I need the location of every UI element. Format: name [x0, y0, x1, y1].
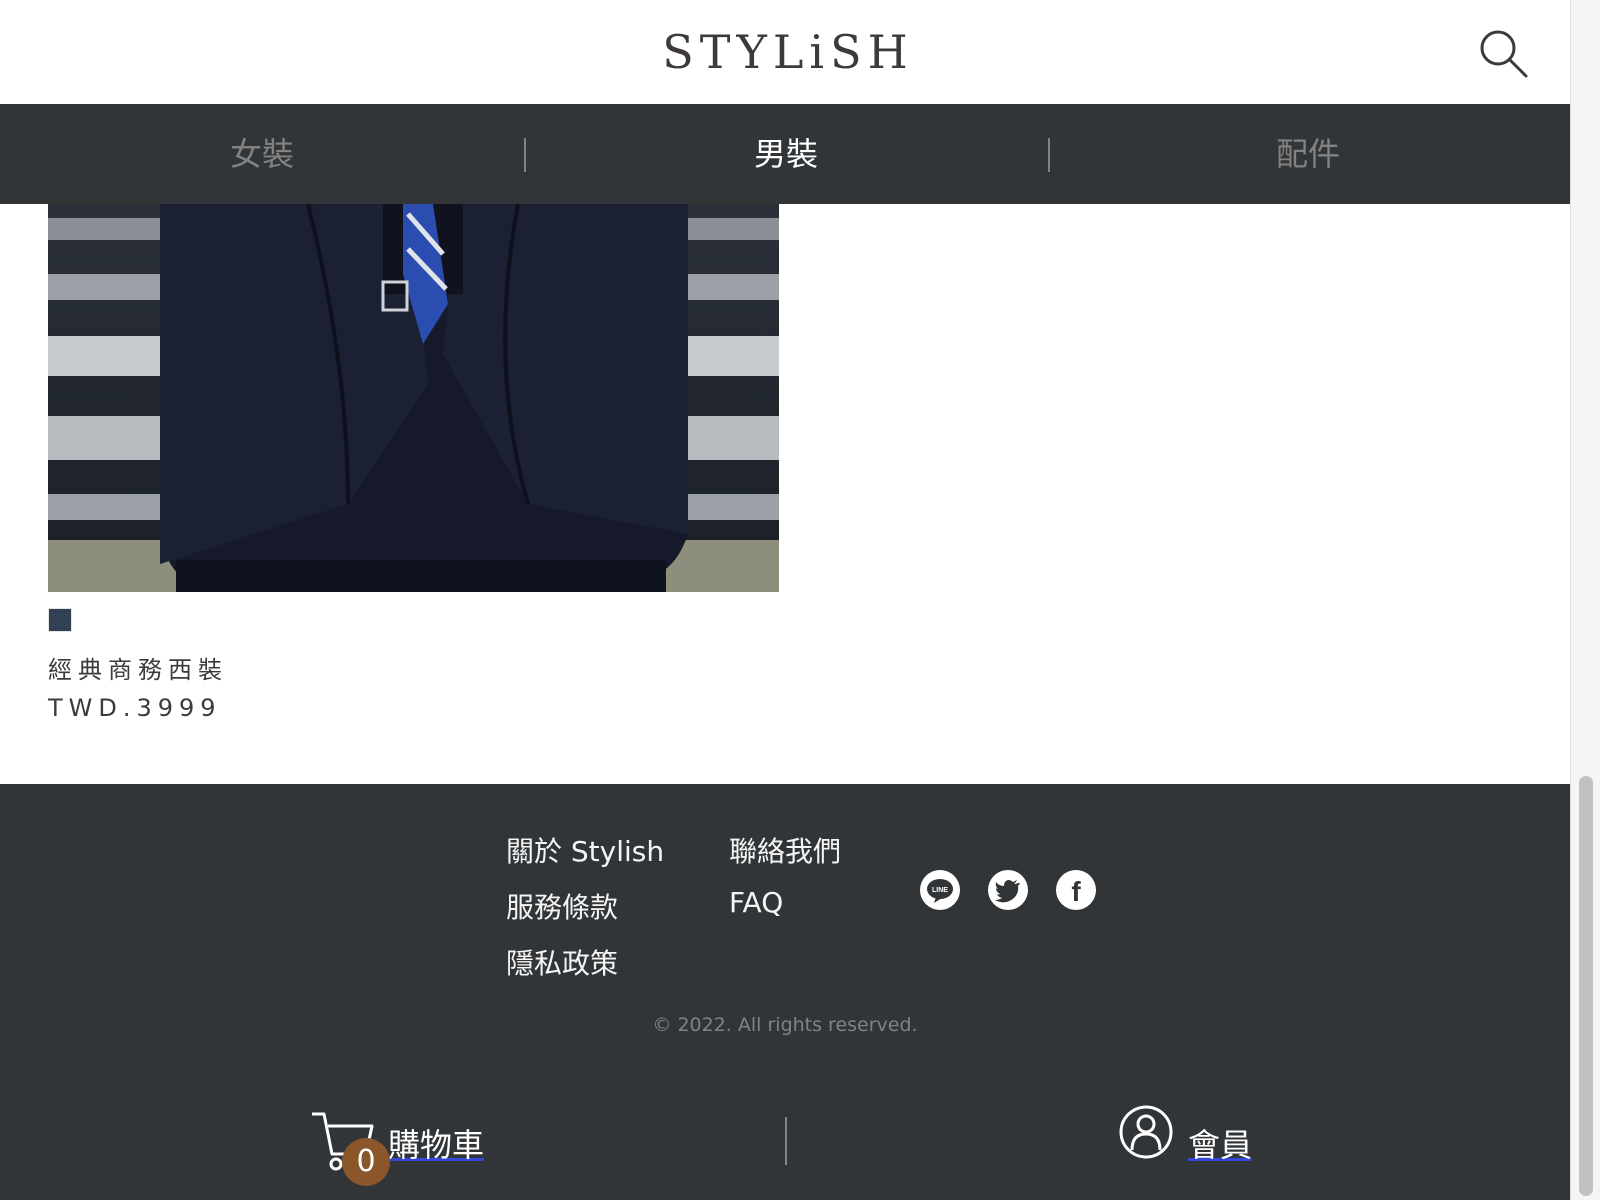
- search-button[interactable]: [1478, 28, 1530, 80]
- search-icon: [1480, 30, 1528, 78]
- footer-link-privacy[interactable]: 隱私政策: [506, 942, 618, 982]
- category-men[interactable]: 男裝: [524, 104, 1048, 204]
- product-image[interactable]: [48, 204, 779, 592]
- facebook-icon: f: [1071, 876, 1081, 907]
- product-card[interactable]: 經典商務西裝 TWD.3999: [48, 204, 779, 722]
- product-name: 經典商務西裝: [48, 656, 228, 684]
- category-nav: 女裝 男裝 配件: [0, 104, 1570, 204]
- site-footer: 關於 Stylish 服務條款 隱私政策 聯絡我們 FAQ LINE f © 2…: [0, 784, 1570, 1200]
- page: STYLiSH 女裝 男裝 配件 經典商務西裝 TWD.3999 關於 Styl…: [0, 0, 1570, 1200]
- color-swatch[interactable]: [48, 608, 72, 632]
- copyright: © 2022. All rights reserved.: [652, 1014, 918, 1036]
- category-accessories[interactable]: 配件: [1046, 104, 1570, 204]
- member-icon: [1119, 1105, 1173, 1159]
- member-label: 會員: [1188, 1126, 1253, 1164]
- line-icon: LINE: [927, 879, 953, 903]
- cart-button[interactable]: 購物車: [308, 1106, 508, 1186]
- page-scrollbar[interactable]: [1570, 0, 1600, 1200]
- line-button[interactable]: LINE: [920, 870, 960, 910]
- bottom-bar-divider: [785, 1117, 787, 1165]
- cart-label: 購物車: [388, 1126, 485, 1164]
- footer-link-about[interactable]: 關於 Stylish: [506, 830, 664, 870]
- twitter-icon: [995, 880, 1020, 903]
- twitter-button[interactable]: [988, 870, 1028, 910]
- member-button[interactable]: 會員: [1118, 1104, 1318, 1184]
- site-header: STYLiSH: [0, 0, 1570, 104]
- category-women[interactable]: 女裝: [0, 104, 524, 204]
- footer-link-faq[interactable]: FAQ: [729, 886, 783, 919]
- cart-count-badge: 0: [342, 1138, 390, 1186]
- footer-link-contact[interactable]: 聯絡我們: [729, 830, 841, 870]
- suit-photo-illustration: [48, 204, 779, 592]
- footer-link-terms[interactable]: 服務條款: [506, 886, 618, 926]
- facebook-icon-text: f: [1071, 876, 1081, 907]
- scrollbar-thumb[interactable]: [1579, 776, 1593, 1196]
- facebook-button[interactable]: f: [1056, 870, 1096, 910]
- line-icon-text: LINE: [932, 887, 948, 894]
- stylish-logo[interactable]: STYLiSH: [658, 22, 918, 82]
- product-price: TWD.3999: [48, 694, 222, 722]
